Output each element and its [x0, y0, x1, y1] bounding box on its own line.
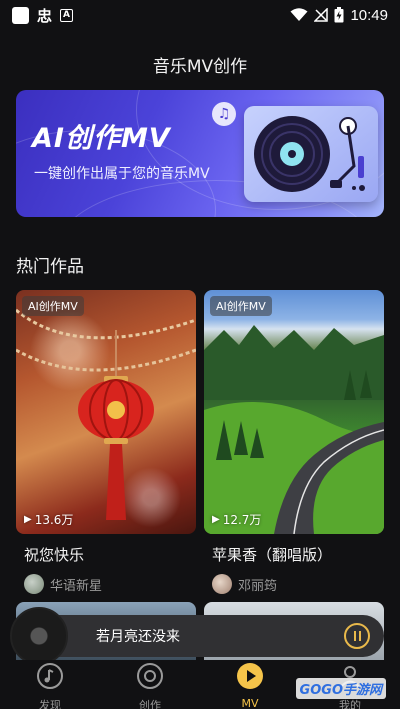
play-count-icon: ▶ — [212, 514, 220, 525]
work-title-2[interactable]: 苹果香（翻唱版） — [212, 544, 332, 565]
turntable-illustration — [244, 106, 378, 202]
author-row-2[interactable]: 邓丽筠 — [212, 574, 277, 594]
music-note-badge-icon: ♫ — [212, 102, 236, 126]
no-signal-icon — [314, 8, 329, 22]
tab-discover[interactable]: 发现 — [20, 660, 80, 709]
status-bar: 忠 A 10:49 — [0, 0, 400, 30]
play-count-value: 13.6万 — [34, 513, 74, 527]
work-card-2[interactable]: AI创作MV ▶ 12.7万 — [204, 290, 384, 534]
tab-create[interactable]: 创作 — [120, 660, 180, 709]
mini-player-title: 若月亮还没来 — [96, 629, 180, 645]
work-title-1[interactable]: 祝您快乐 — [24, 544, 84, 565]
banner-subtitle: 一键创作出属于您的音乐MV — [34, 166, 210, 182]
banner-title: AI创作MV — [32, 123, 171, 154]
play-count: ▶ 13.6万 — [24, 511, 73, 528]
avatar — [24, 574, 44, 594]
play-count-value: 12.7万 — [222, 513, 262, 527]
play-icon — [237, 663, 263, 689]
lantern-image — [16, 308, 196, 520]
wifi-icon — [290, 8, 308, 21]
tab-mv[interactable]: MV — [220, 660, 280, 709]
page-title: 音乐MV创作 — [152, 57, 248, 77]
watermark: GOGO手游网 — [295, 678, 386, 699]
tab-label: 发现 — [39, 699, 61, 709]
disc-icon — [137, 663, 163, 689]
ai-mv-tag: AI创作MV — [22, 296, 84, 316]
tab-label: 创作 — [139, 699, 161, 709]
album-disc-icon — [10, 607, 68, 665]
battery-charging-icon — [334, 7, 344, 23]
app-square-icon — [12, 6, 29, 24]
app-glyph: 忠 — [37, 6, 53, 25]
avatar — [212, 574, 232, 594]
play-count: ▶ 12.7万 — [212, 511, 261, 528]
pause-button[interactable] — [344, 623, 370, 649]
ai-mv-banner[interactable]: AI创作MV 一键创作出属于您的音乐MV ♫ — [16, 90, 384, 217]
author-name: 华语新星 — [50, 578, 103, 594]
mini-player[interactable]: 若月亮还没来 — [10, 607, 384, 665]
author-name: 邓丽筠 — [238, 578, 278, 594]
ai-mv-tag: AI创作MV — [210, 296, 272, 316]
section-title-hot-works: 热门作品 — [16, 257, 84, 277]
notification-a-icon: A — [60, 8, 74, 22]
author-row-1[interactable]: 华语新星 — [24, 574, 102, 594]
clock: 10:49 — [350, 6, 388, 24]
road-image — [204, 325, 384, 534]
play-count-icon: ▶ — [24, 514, 32, 525]
tab-label: MV — [241, 697, 259, 709]
music-note-icon — [37, 663, 63, 689]
work-card-1[interactable]: AI创作MV ▶ 13.6万 — [16, 290, 196, 534]
